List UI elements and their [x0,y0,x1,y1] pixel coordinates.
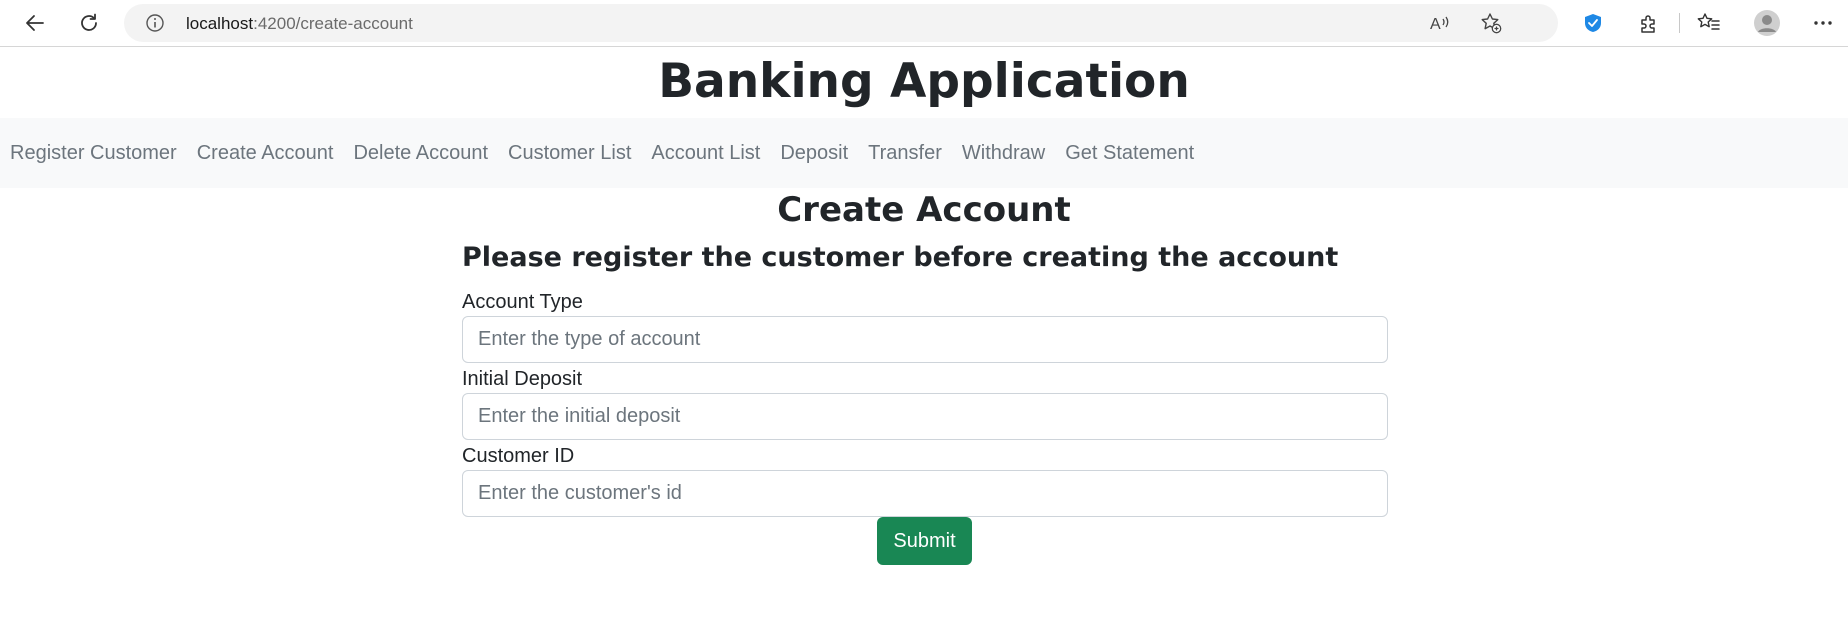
more-icon[interactable] [1806,6,1840,40]
back-arrow-icon[interactable] [18,6,52,40]
profile-icon[interactable] [1750,6,1784,40]
app-title: Banking Application [658,54,1190,109]
svg-text:A: A [1430,16,1441,33]
address-bar[interactable]: localhost:4200/create-account A [124,4,1558,42]
submit-button[interactable]: Submit [877,517,972,565]
url-host: localhost [186,14,254,33]
nav-withdraw[interactable]: Withdraw [962,142,1045,165]
browser-toolbar: localhost:4200/create-account A [0,0,1848,47]
nav-delete-account[interactable]: Delete Account [353,142,488,165]
url-text[interactable]: localhost:4200/create-account [186,14,413,34]
refresh-icon[interactable] [72,6,106,40]
extension-shield-icon[interactable] [1576,6,1610,40]
nav-get-statement[interactable]: Get Statement [1065,142,1194,165]
form-title: Create Account [777,190,1071,230]
nav-register-customer[interactable]: Register Customer [10,142,177,165]
info-icon[interactable] [138,6,172,40]
url-path: :4200/create-account [253,14,413,33]
nav-deposit[interactable]: Deposit [780,142,848,165]
add-favorite-icon[interactable] [1474,6,1508,40]
nav-transfer[interactable]: Transfer [868,142,942,165]
account-type-label: Account Type [462,291,583,313]
puzzle-icon[interactable] [1632,6,1666,40]
customer-id-input[interactable] [462,470,1388,517]
favorites-icon[interactable] [1692,6,1726,40]
toolbar-divider [1679,13,1680,33]
customer-id-label: Customer ID [462,445,575,467]
nav-list: Register Customer Create Account Delete … [10,118,1194,188]
nav-account-list[interactable]: Account List [651,142,760,165]
form-subtitle: Please register the customer before crea… [462,242,1339,273]
initial-deposit-label: Initial Deposit [462,368,583,390]
read-aloud-icon[interactable]: A [1423,6,1457,40]
nav-customer-list[interactable]: Customer List [508,142,631,165]
account-type-input[interactable] [462,316,1388,363]
nav-create-account[interactable]: Create Account [197,142,334,165]
navbar: Register Customer Create Account Delete … [0,118,1848,188]
initial-deposit-input[interactable] [462,393,1388,440]
